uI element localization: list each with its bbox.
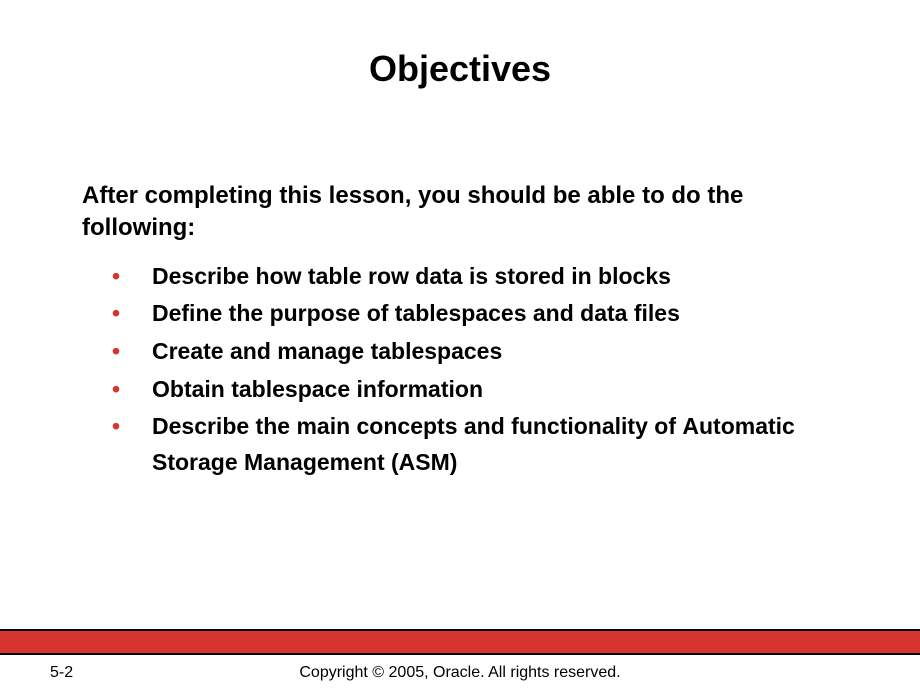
- footer-text: 5-2 Copyright © 2005, Oracle. All rights…: [0, 660, 920, 682]
- list-item: Describe the main concepts and functiona…: [112, 409, 862, 480]
- intro-text: After completing this lesson, you should…: [82, 180, 862, 245]
- list-item: Obtain tablespace information: [112, 372, 862, 408]
- slide-title: Objectives: [0, 48, 920, 90]
- footer-bar: ORACLE ®: [0, 629, 920, 655]
- oracle-logo-text: ORACLE: [755, 594, 846, 615]
- content-area: After completing this lesson, you should…: [82, 180, 862, 483]
- list-item: Define the purpose of tablespaces and da…: [112, 296, 862, 332]
- slide: Objectives After completing this lesson,…: [0, 0, 920, 690]
- list-item: Create and manage tablespaces: [112, 334, 862, 370]
- oracle-logo: ORACLE ®: [735, 593, 875, 616]
- registered-icon: ®: [848, 594, 855, 604]
- copyright-text: Copyright © 2005, Oracle. All rights res…: [0, 664, 920, 682]
- list-item: Describe how table row data is stored in…: [112, 259, 862, 295]
- bullet-list: Describe how table row data is stored in…: [82, 259, 862, 481]
